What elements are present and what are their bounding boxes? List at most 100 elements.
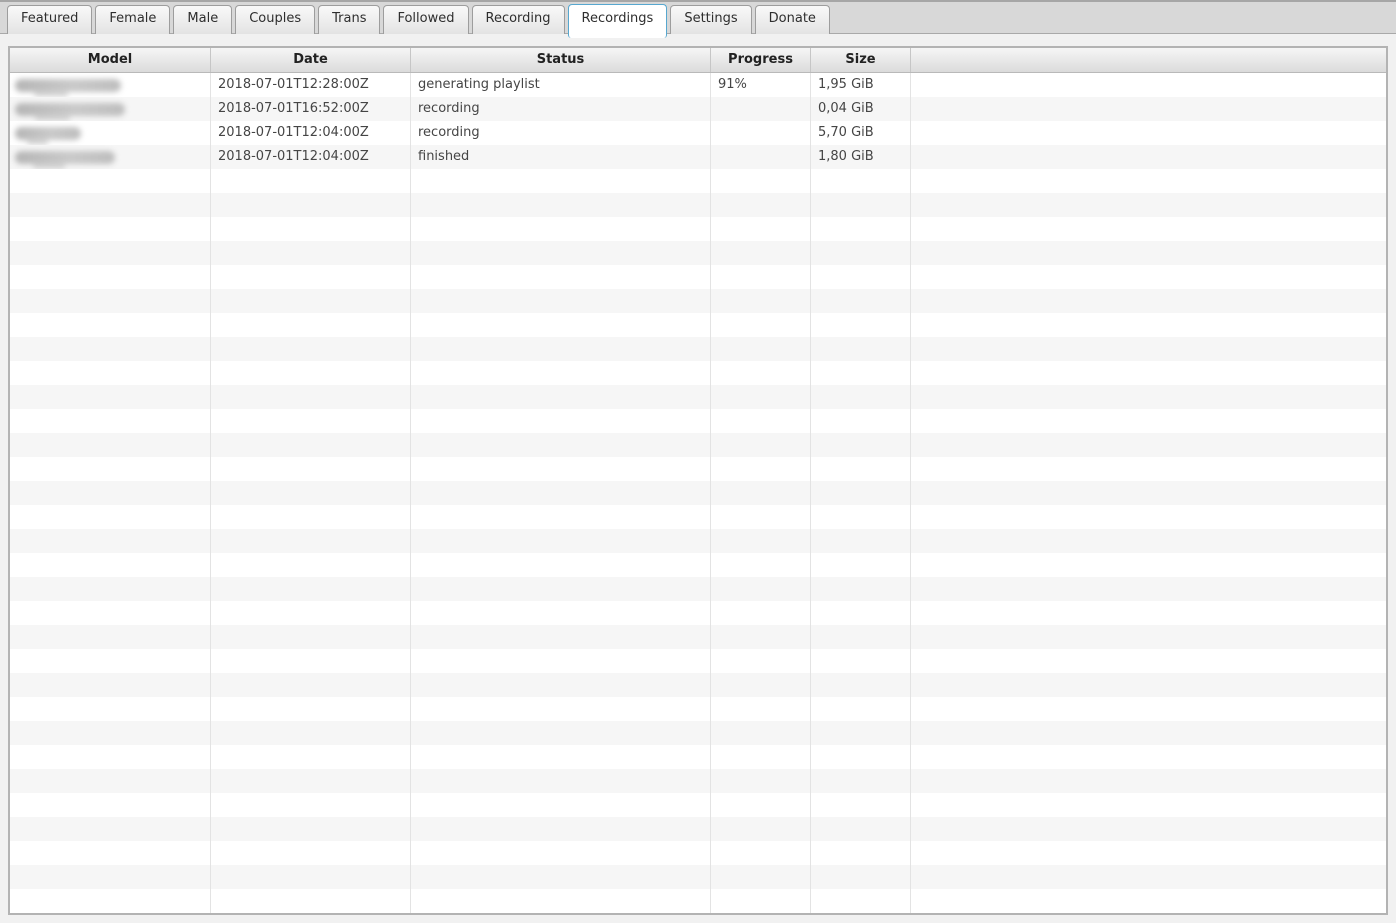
cell-status <box>411 649 711 673</box>
cell-date <box>211 553 411 577</box>
cell-date <box>211 745 411 769</box>
cell-status <box>411 889 711 913</box>
cell-status <box>411 337 711 361</box>
table-row[interactable]: 2018-07-01T12:04:00Zfinished1,80 GiB <box>10 145 1386 169</box>
cell-status <box>411 793 711 817</box>
column-header-progress[interactable]: Progress <box>711 48 811 72</box>
table-row-empty <box>10 649 1386 673</box>
cell-date <box>211 265 411 289</box>
tab-followed[interactable]: Followed <box>383 5 468 34</box>
tab-couples[interactable]: Couples <box>235 5 315 34</box>
cell-size <box>811 337 911 361</box>
tab-donate[interactable]: Donate <box>755 5 830 34</box>
cell-model <box>10 265 211 289</box>
cell-size <box>811 745 911 769</box>
cell-size <box>811 625 911 649</box>
cell-date <box>211 241 411 265</box>
tab-settings[interactable]: Settings <box>670 5 751 34</box>
cell-model <box>10 793 211 817</box>
cell-progress <box>711 97 811 121</box>
column-header-model[interactable]: Model <box>10 48 211 72</box>
redacted-model-name <box>15 103 125 116</box>
cell-model <box>10 841 211 865</box>
column-header-status[interactable]: Status <box>411 48 711 72</box>
cell-progress <box>711 649 811 673</box>
cell-spacer <box>911 481 1386 505</box>
table-body: 2018-07-01T12:28:00Zgenerating playlist9… <box>10 73 1386 913</box>
redacted-model-name <box>15 151 115 164</box>
cell-date <box>211 505 411 529</box>
table-row-empty <box>10 841 1386 865</box>
cell-model <box>10 313 211 337</box>
cell-status <box>411 577 711 601</box>
column-header-spacer <box>911 48 1386 72</box>
cell-size <box>811 361 911 385</box>
cell-status <box>411 241 711 265</box>
cell-spacer <box>911 337 1386 361</box>
tab-male[interactable]: Male <box>173 5 232 34</box>
cell-progress: 91% <box>711 73 811 97</box>
cell-date <box>211 865 411 889</box>
cell-date <box>211 385 411 409</box>
cell-spacer <box>911 385 1386 409</box>
tab-female[interactable]: Female <box>95 5 170 34</box>
cell-progress <box>711 337 811 361</box>
cell-model <box>10 145 211 169</box>
column-header-size[interactable]: Size <box>811 48 911 72</box>
cell-size <box>811 553 911 577</box>
table-row[interactable]: 2018-07-01T12:28:00Zgenerating playlist9… <box>10 73 1386 97</box>
cell-date <box>211 889 411 913</box>
table-row[interactable]: 2018-07-01T12:04:00Zrecording5,70 GiB <box>10 121 1386 145</box>
cell-date <box>211 529 411 553</box>
table-row-empty <box>10 241 1386 265</box>
cell-spacer <box>911 673 1386 697</box>
cell-model <box>10 481 211 505</box>
cell-progress <box>711 169 811 193</box>
table-row-empty <box>10 361 1386 385</box>
cell-progress <box>711 265 811 289</box>
cell-model <box>10 193 211 217</box>
cell-date <box>211 649 411 673</box>
cell-status <box>411 409 711 433</box>
table-row-empty <box>10 793 1386 817</box>
cell-date <box>211 625 411 649</box>
cell-status <box>411 313 711 337</box>
cell-progress <box>711 889 811 913</box>
table-row[interactable]: 2018-07-01T16:52:00Zrecording0,04 GiB <box>10 97 1386 121</box>
cell-spacer <box>911 457 1386 481</box>
tab-recordings[interactable]: Recordings <box>568 4 668 38</box>
cell-model <box>10 361 211 385</box>
tab-trans[interactable]: Trans <box>318 5 380 34</box>
cell-progress <box>711 289 811 313</box>
cell-date <box>211 577 411 601</box>
table-row-empty <box>10 817 1386 841</box>
cell-status <box>411 769 711 793</box>
table-row-empty <box>10 697 1386 721</box>
cell-spacer <box>911 865 1386 889</box>
cell-date <box>211 217 411 241</box>
table-row-empty <box>10 577 1386 601</box>
column-header-date[interactable]: Date <box>211 48 411 72</box>
cell-date: 2018-07-01T12:04:00Z <box>211 145 411 169</box>
cell-size <box>811 193 911 217</box>
cell-spacer <box>911 769 1386 793</box>
cell-spacer <box>911 361 1386 385</box>
cell-progress <box>711 481 811 505</box>
cell-date <box>211 337 411 361</box>
cell-model <box>10 721 211 745</box>
tab-recording[interactable]: Recording <box>472 5 565 34</box>
cell-progress <box>711 841 811 865</box>
cell-model <box>10 865 211 889</box>
cell-size <box>811 817 911 841</box>
cell-size <box>811 889 911 913</box>
cell-size <box>811 457 911 481</box>
table-row-empty <box>10 889 1386 913</box>
cell-spacer <box>911 193 1386 217</box>
cell-spacer <box>911 217 1386 241</box>
cell-progress <box>711 313 811 337</box>
cell-progress <box>711 793 811 817</box>
redacted-model-name <box>15 79 121 92</box>
tab-featured[interactable]: Featured <box>7 5 92 34</box>
cell-model <box>10 217 211 241</box>
cell-date <box>211 721 411 745</box>
